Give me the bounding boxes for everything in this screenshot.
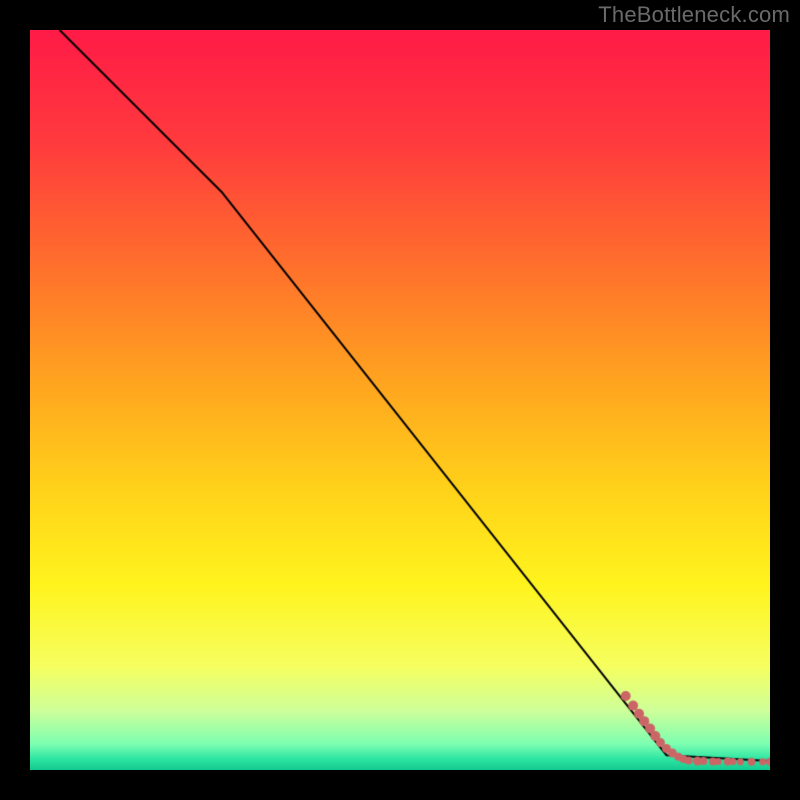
plot-area xyxy=(30,30,770,770)
chart-foreground xyxy=(30,30,770,770)
watermark-text: TheBottleneck.com xyxy=(598,2,790,28)
chart-container: TheBottleneck.com xyxy=(0,0,800,800)
